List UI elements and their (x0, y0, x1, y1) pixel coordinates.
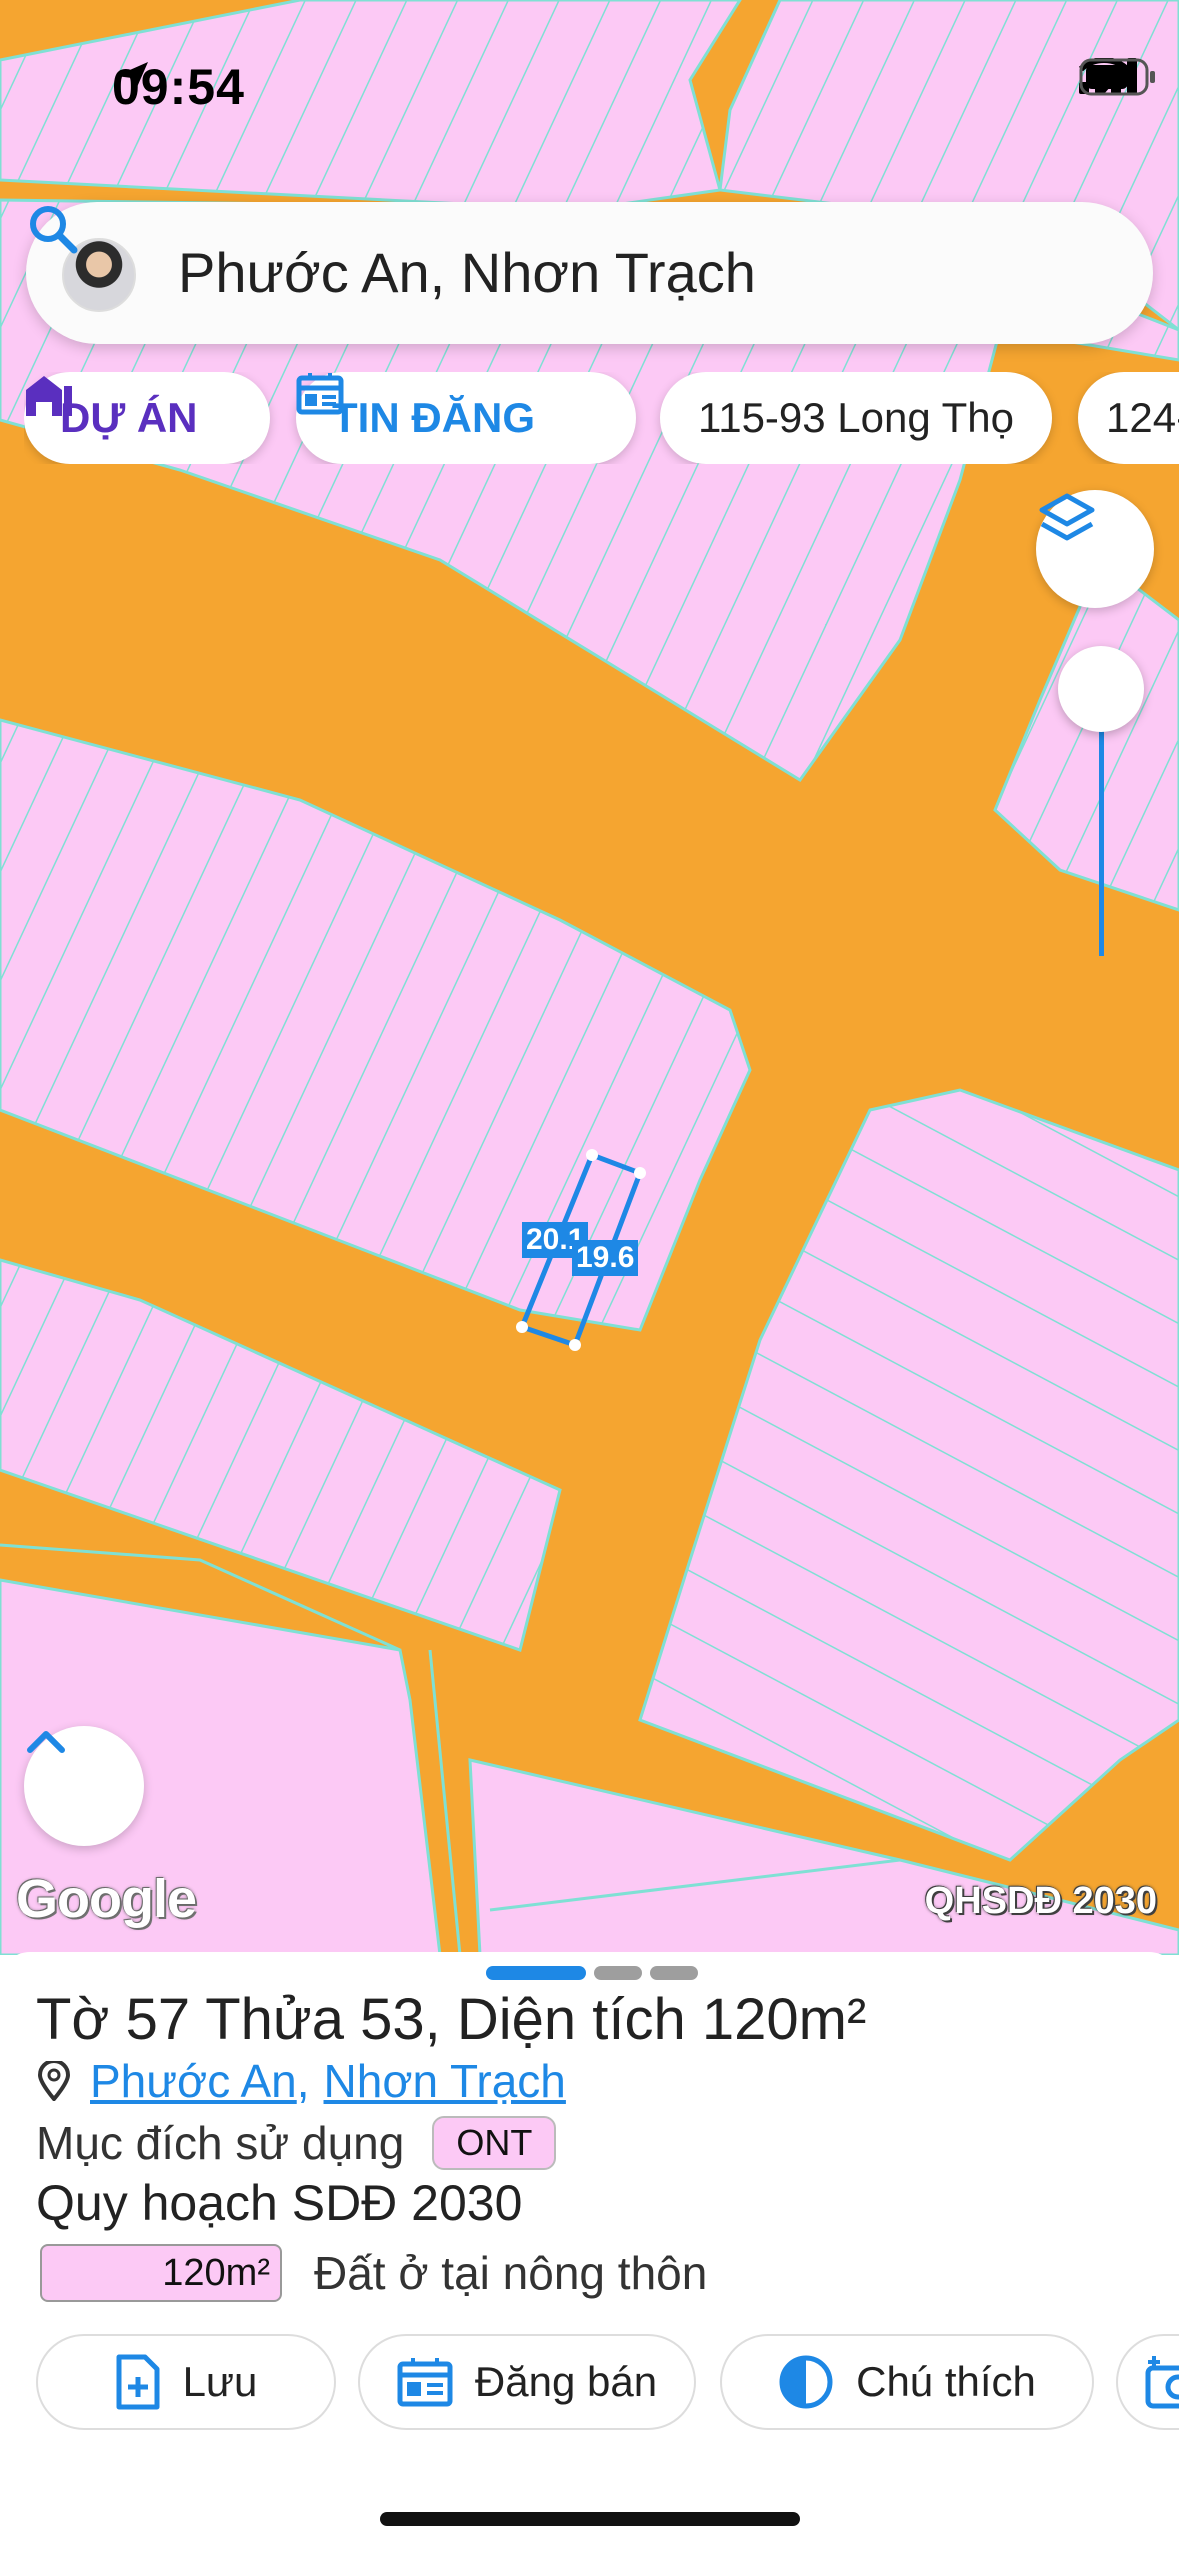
opacity-slider-track[interactable] (1099, 700, 1104, 956)
search-icon[interactable] (26, 202, 80, 256)
post-for-sale-button[interactable]: Đăng bán (358, 2334, 696, 2430)
plan-layer-label: QHSDĐ 2030 (924, 1880, 1157, 1922)
listing-icon (397, 2356, 453, 2408)
chip-label: 115-93 Long Thọ (697, 394, 1015, 441)
parcel-title: Tờ 57 Thửa 53, Diện tích 120m² (36, 1986, 866, 2053)
chip-label: 124-1 (1106, 394, 1179, 441)
purpose-code-badge[interactable]: ONT (432, 2116, 557, 2170)
district-link[interactable]: Nhơn Trạch (324, 2054, 566, 2108)
map-view[interactable]: 20.1 19.6 09:54 Phước An, Nhơn Trạch DỰ … (0, 0, 1179, 1955)
expand-sheet-button[interactable] (24, 1726, 144, 1846)
opacity-slider-thumb[interactable] (1058, 646, 1144, 732)
plot-number: 53, (360, 1987, 441, 2052)
area-prefix: Diện tích (456, 1987, 686, 2052)
plan-entry: 120m² Đất ở tại nông thôn (40, 2244, 707, 2302)
parcel-area: 120m² (701, 1987, 867, 2052)
sheet-number: 57 (125, 1987, 191, 2052)
chevron-up-icon (27, 1731, 65, 1753)
plan-description: Đất ở tại nông thôn (314, 2247, 708, 2299)
chip-recent-search[interactable]: 124-1 (1078, 372, 1179, 464)
post-for-sale-label: Đăng bán (474, 2358, 658, 2405)
action-buttons: Lưu Đăng bán Chú thích (36, 2334, 1179, 2434)
plan-area-swatch: 120m² (40, 2244, 282, 2302)
ward-link[interactable]: Phước An (90, 2054, 297, 2108)
save-button[interactable]: Lưu (36, 2334, 336, 2430)
plot-prefix: Thửa (205, 1987, 344, 2052)
file-add-icon (115, 2353, 161, 2411)
location-arrow-icon (116, 62, 148, 94)
pager-dot[interactable] (650, 1966, 698, 1980)
google-logo: Google (16, 1869, 197, 1929)
layers-button[interactable] (1036, 490, 1154, 608)
camera-add-icon (1144, 2354, 1179, 2410)
parcel-info-sheet[interactable]: Tờ 57 Thửa 53, Diện tích 120m² Phước An … (0, 1952, 1179, 2556)
status-time: 09:54 (112, 58, 245, 116)
chip-label: TIN ĐĂNG (332, 394, 535, 441)
sheet-pager[interactable] (486, 1966, 698, 1980)
chip-recent-search[interactable]: 115-93 Long Thọ (660, 372, 1052, 464)
battery-icon (1079, 58, 1155, 96)
search-input[interactable]: Phước An, Nhơn Trạch (178, 240, 756, 305)
legend-label: Chú thích (856, 2358, 1036, 2405)
location-pin-icon (37, 2061, 71, 2101)
purpose-label: Mục đích sử dụng (36, 2117, 405, 2169)
save-label: Lưu (182, 2358, 258, 2405)
add-photo-button[interactable] (1116, 2334, 1179, 2430)
plan-title: Quy hoạch SDĐ 2030 (36, 2175, 523, 2231)
filter-chips: DỰ ÁN TIN ĐĂNG 115-93 Long Thọ 124-1 (24, 372, 1179, 464)
home-indicator[interactable] (380, 2512, 800, 2526)
land-use-purpose: Mục đích sử dụng ONT (36, 2116, 557, 2170)
pager-dot[interactable] (594, 1966, 642, 1980)
search-bar[interactable]: Phước An, Nhơn Trạch (26, 202, 1153, 344)
sheet-prefix: Tờ (36, 1987, 110, 2052)
chip-listings[interactable]: TIN ĐĂNG (296, 372, 636, 464)
location-separator: , (296, 2055, 310, 2107)
chip-label: DỰ ÁN (60, 394, 198, 441)
parcel-edge-length: 19.6 (572, 1240, 639, 1276)
chip-projects[interactable]: DỰ ÁN (24, 372, 270, 464)
contrast-icon (778, 2354, 834, 2410)
parcel-location: Phước An , Nhơn Trạch (36, 2054, 566, 2108)
pager-dot-active[interactable] (486, 1966, 586, 1980)
legend-button[interactable]: Chú thích (720, 2334, 1094, 2430)
layers-icon (1039, 493, 1095, 541)
